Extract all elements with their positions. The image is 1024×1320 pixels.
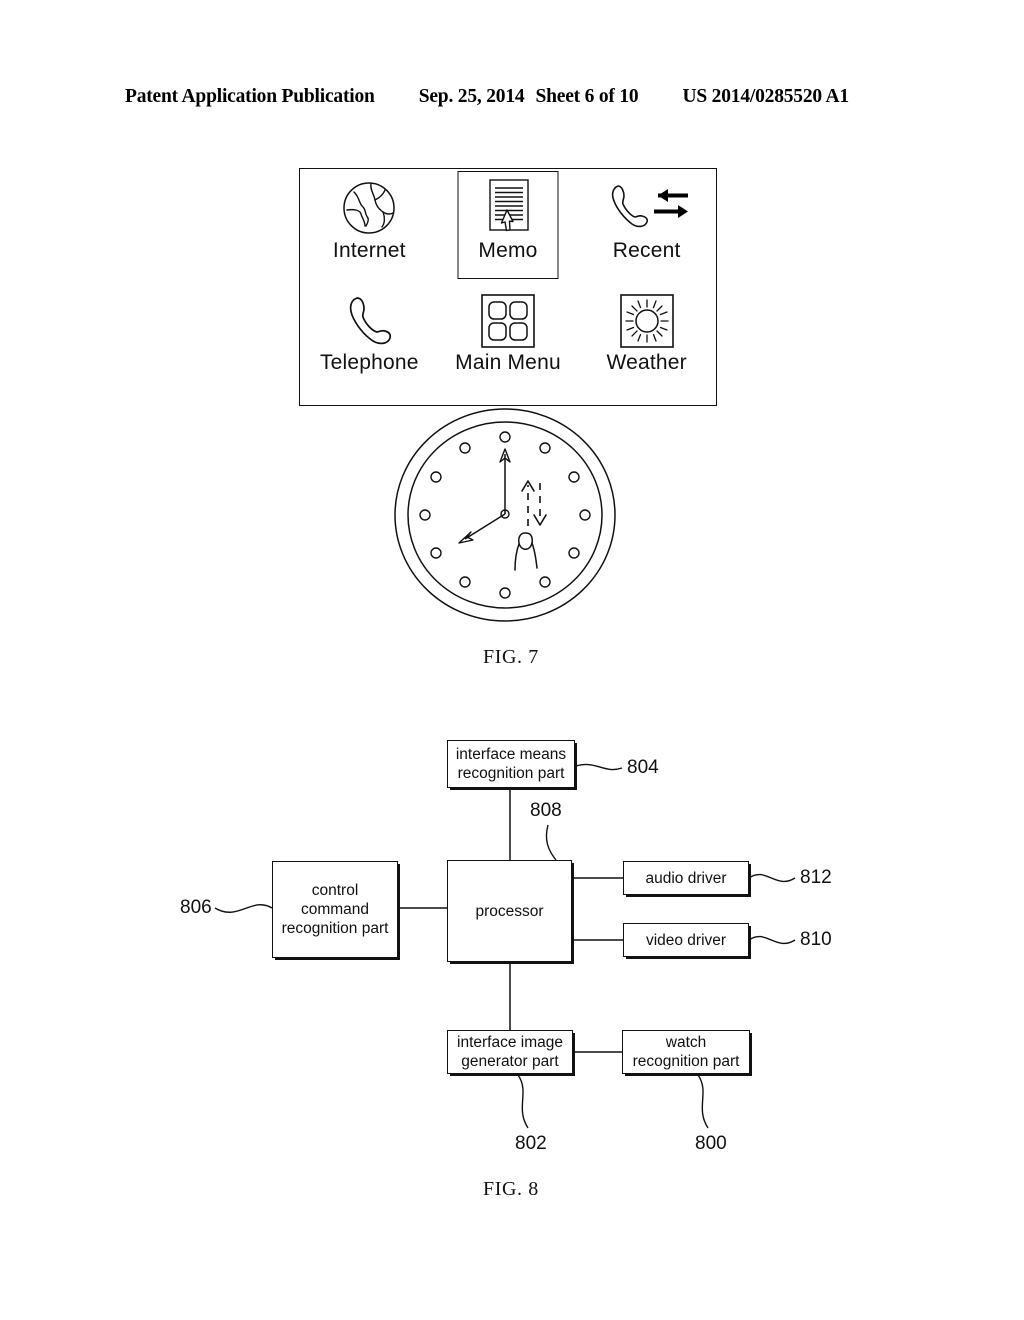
block-label: video driver: [645, 931, 727, 949]
menu-item-label: Memo: [478, 239, 538, 262]
menu-grid: Internet Memo Recent Telephone Main Menu…: [300, 169, 716, 405]
menu-item-label: Internet: [332, 239, 406, 262]
reference-numeral-800: 800: [695, 1133, 727, 1154]
menu-item-label: Weather: [606, 351, 687, 374]
block-interface-image-generator-part[interactable]: interface image generator part: [447, 1030, 573, 1074]
block-interface-means-recognition-part[interactable]: interface means recognition part: [447, 740, 575, 788]
reference-numeral-802: 802: [515, 1133, 547, 1154]
figure-7-caption: FIG. 7: [483, 646, 539, 668]
menu-item-label: Main Menu: [455, 351, 561, 374]
menu-item-label: Recent: [612, 239, 681, 262]
block-processor[interactable]: processor: [447, 860, 572, 962]
figure-8-caption: FIG. 8: [483, 1178, 539, 1200]
figure-8-connectors: [214, 763, 796, 1129]
menu-item-main-menu[interactable]: Main Menu: [439, 287, 578, 405]
reference-numeral-812: 812: [800, 867, 832, 888]
reference-numeral-808: 808: [530, 800, 562, 821]
call-log-icon: [604, 177, 690, 239]
menu-item-label: Telephone: [319, 351, 419, 374]
figure-8: interface means recognition part control…: [0, 700, 1024, 1320]
menu-item-weather[interactable]: Weather: [577, 287, 716, 405]
block-control-command-recognition-part[interactable]: control command recognition part: [272, 861, 398, 958]
block-watch-recognition-part[interactable]: watch recognition part: [622, 1030, 750, 1074]
block-audio-driver[interactable]: audio driver: [623, 861, 749, 895]
watch-menu-panel: Internet Memo Recent Telephone Main Menu…: [299, 168, 717, 406]
block-label: interface means recognition part: [455, 746, 567, 782]
block-label: processor: [475, 902, 544, 920]
block-video-driver[interactable]: video driver: [623, 923, 749, 957]
reference-numeral-810: 810: [800, 929, 832, 950]
reference-numeral-804: 804: [627, 757, 659, 778]
sun-icon: [618, 291, 676, 351]
block-label: watch recognition part: [632, 1034, 740, 1070]
block-label: interface image generator part: [457, 1034, 563, 1070]
menu-item-telephone[interactable]: Telephone: [300, 287, 439, 405]
globe-icon: [340, 177, 398, 239]
menu-item-memo[interactable]: Memo: [439, 169, 578, 287]
analog-watch-face[interactable]: [393, 407, 618, 624]
block-label: audio driver: [645, 869, 727, 887]
handset-icon: [340, 291, 398, 351]
document-icon: [478, 177, 538, 239]
block-label: control command recognition part: [281, 882, 389, 937]
menu-item-recent[interactable]: Recent: [577, 169, 716, 287]
menu-item-internet[interactable]: Internet: [300, 169, 439, 287]
reference-numeral-806: 806: [180, 897, 212, 918]
figure-7: Internet Memo Recent Telephone Main Menu…: [0, 0, 1024, 700]
grid-icon: [479, 291, 537, 351]
